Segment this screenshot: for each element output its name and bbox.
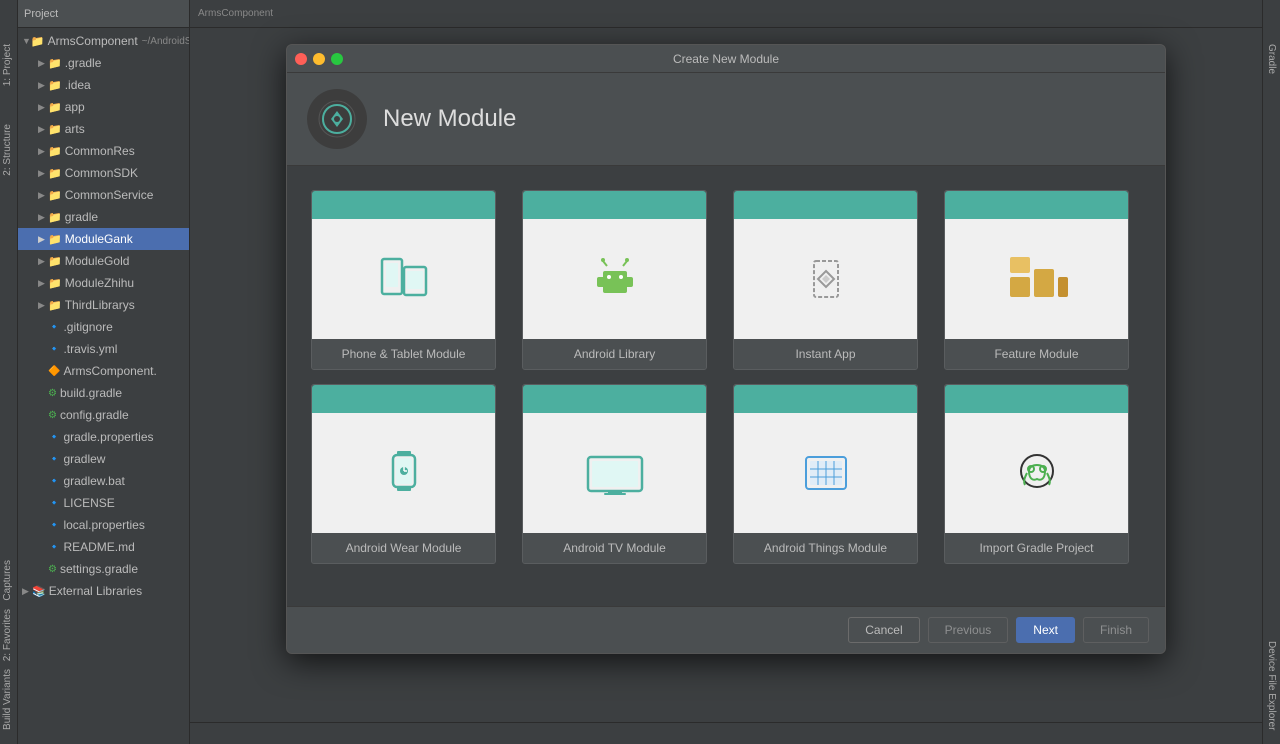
right-label-gradle[interactable]: Gradle — [1264, 40, 1279, 78]
tree-label: gradlew.bat — [63, 474, 124, 488]
tree-item-gradlew-bat[interactable]: 🔹 gradlew.bat — [18, 470, 189, 492]
tree-label: .gradle — [65, 56, 102, 70]
tree-label: .gitignore — [63, 320, 112, 334]
tree-item-settings-gradle[interactable]: ⚙ settings.gradle — [18, 558, 189, 580]
sidebar-title: Project — [24, 8, 58, 20]
tree-item-readme[interactable]: 🔹 README.md — [18, 536, 189, 558]
dialog-header: New Module — [287, 73, 1165, 166]
module-label-instant-app: Instant App — [734, 339, 917, 369]
tree-label: gradle — [65, 210, 98, 224]
right-panel: Gradle Device File Explorer — [1262, 0, 1280, 744]
finish-button[interactable]: Finish — [1083, 617, 1149, 643]
tree-label: CommonService — [65, 188, 154, 202]
tree-label: ArmsComponent. — [63, 364, 156, 378]
tree-item-armscomponent-file[interactable]: 🔶 ArmsComponent. — [18, 360, 189, 382]
panel-label-captures[interactable]: Captures — [0, 556, 17, 605]
left-panel-labels: 1: Project 2: Structure Captures 2: Favo… — [0, 0, 18, 744]
tree-item-gradle[interactable]: ▶ 📁 .gradle — [18, 52, 189, 74]
module-card-feature[interactable]: Feature Module — [944, 190, 1129, 370]
tree-item-modulegank[interactable]: ▶ 📁 ModuleGank — [18, 228, 189, 250]
dialog-header-title: New Module — [383, 105, 516, 133]
tree-item-commonsdk[interactable]: ▶ 📁 CommonSDK — [18, 162, 189, 184]
tree-item-external-libraries[interactable]: ▶ 📚 External Libraries — [18, 580, 189, 602]
previous-button[interactable]: Previous — [928, 617, 1009, 643]
module-label-import-gradle: Import Gradle Project — [945, 533, 1128, 563]
dialog-minimize-button[interactable] — [313, 53, 325, 65]
panel-label-favorites[interactable]: 2: Favorites — [0, 605, 17, 665]
modules-grid: Phone & Tablet Module — [303, 182, 1149, 572]
tree-label: ModuleGank — [65, 232, 133, 246]
dialog-close-button[interactable] — [295, 53, 307, 65]
next-button[interactable]: Next — [1016, 617, 1075, 643]
sidebar-top-bar: Project — [18, 0, 189, 28]
tree-label: ModuleZhihu — [65, 276, 134, 290]
tree-item-gradlew[interactable]: 🔹 gradlew — [18, 448, 189, 470]
module-card-import-gradle[interactable]: Import Gradle Project — [944, 384, 1129, 564]
tree-label: .idea — [65, 78, 91, 92]
module-card-android-library[interactable]: Android Library — [522, 190, 707, 370]
tree-label: gradle.properties — [63, 430, 153, 444]
tree-label: arts — [65, 122, 85, 136]
module-label-feature: Feature Module — [945, 339, 1128, 369]
tree-label: CommonRes — [65, 144, 135, 158]
dialog-title: Create New Module — [673, 52, 779, 66]
tree-item-commonservice[interactable]: ▶ 📁 CommonService — [18, 184, 189, 206]
tree-item-build-gradle[interactable]: ⚙ build.gradle — [18, 382, 189, 404]
panel-label-build-variants[interactable]: Build Variants — [0, 665, 17, 734]
tree-label: local.properties — [63, 518, 144, 532]
tree-label: config.gradle — [60, 408, 129, 422]
tree-item-license[interactable]: 🔹 LICENSE — [18, 492, 189, 514]
module-card-wear[interactable]: Android Wear Module — [311, 384, 496, 564]
tree-label: app — [65, 100, 85, 114]
tree-item-armscomponent[interactable]: ▼ 📁 ArmsComponent ~/AndroidStudio/ — [18, 30, 189, 52]
panel-label-2-structure[interactable]: 2: Structure — [0, 120, 17, 180]
module-label-wear: Android Wear Module — [312, 533, 495, 563]
panel-label-1-project[interactable]: 1: Project — [0, 40, 17, 90]
dialog-maximize-button[interactable] — [331, 53, 343, 65]
module-card-instant-app[interactable]: Instant App — [733, 190, 918, 370]
tree-label: settings.gradle — [60, 562, 138, 576]
tree-item-gradle-folder[interactable]: ▶ 📁 gradle — [18, 206, 189, 228]
module-card-phone-tablet[interactable]: Phone & Tablet Module — [311, 190, 496, 370]
tree-label: .travis.yml — [63, 342, 117, 356]
tree-label: build.gradle — [60, 386, 122, 400]
tree-item-arts[interactable]: ▶ 📁 arts — [18, 118, 189, 140]
dialog-content: Phone & Tablet Module — [287, 166, 1165, 606]
tree-label: gradlew — [63, 452, 105, 466]
tree-item-modulegold[interactable]: ▶ 📁 ModuleGold — [18, 250, 189, 272]
tree-label: CommonSDK — [65, 166, 138, 180]
tree-label: ModuleGold — [65, 254, 130, 268]
tree-item-local-properties[interactable]: 🔹 local.properties — [18, 514, 189, 536]
tree-item-modulezhihu[interactable]: ▶ 📁 ModuleZhihu — [18, 272, 189, 294]
dialog-footer: Cancel Previous Next Finish — [287, 606, 1165, 653]
module-card-things[interactable]: Android Things Module — [733, 384, 918, 564]
tree-item-idea[interactable]: ▶ 📁 .idea — [18, 74, 189, 96]
module-label-tv: Android TV Module — [523, 533, 706, 563]
tree-item-gradle-properties[interactable]: 🔹 gradle.properties — [18, 426, 189, 448]
ide-toolbar: ArmsComponent — [190, 0, 1262, 28]
tree-item-app[interactable]: ▶ 📁 app — [18, 96, 189, 118]
tree-item-gitignore[interactable]: 🔹 .gitignore — [18, 316, 189, 338]
cancel-button[interactable]: Cancel — [848, 617, 919, 643]
tree-item-thirdlibrarys[interactable]: ▶ 📁 ThirdLibrarys — [18, 294, 189, 316]
android-studio-icon — [307, 89, 367, 149]
tree-item-travisyml[interactable]: 🔹 .travis.yml — [18, 338, 189, 360]
dialog-create-new-module: Create New Module New Module — [286, 44, 1166, 654]
tree-label: ThirdLibrarys — [65, 298, 135, 312]
tree-label: ArmsComponent — [48, 34, 138, 48]
sidebar-tree: ▼ 📁 ArmsComponent ~/AndroidStudio/ ▶ 📁 .… — [18, 28, 189, 744]
right-label-device-file-explorer[interactable]: Device File Explorer — [1264, 637, 1279, 734]
bottom-status-bar — [190, 722, 1262, 744]
tree-item-config-gradle[interactable]: ⚙ config.gradle — [18, 404, 189, 426]
module-label-things: Android Things Module — [734, 533, 917, 563]
dialog-titlebar: Create New Module — [287, 45, 1165, 73]
tree-item-commonres[interactable]: ▶ 📁 CommonRes — [18, 140, 189, 162]
module-card-tv[interactable]: Android TV Module — [522, 384, 707, 564]
tree-label: LICENSE — [63, 496, 114, 510]
module-label-phone-tablet: Phone & Tablet Module — [312, 339, 495, 369]
tree-label: README.md — [63, 540, 134, 554]
module-label-android-library: Android Library — [523, 339, 706, 369]
tree-label: External Libraries — [49, 584, 142, 598]
